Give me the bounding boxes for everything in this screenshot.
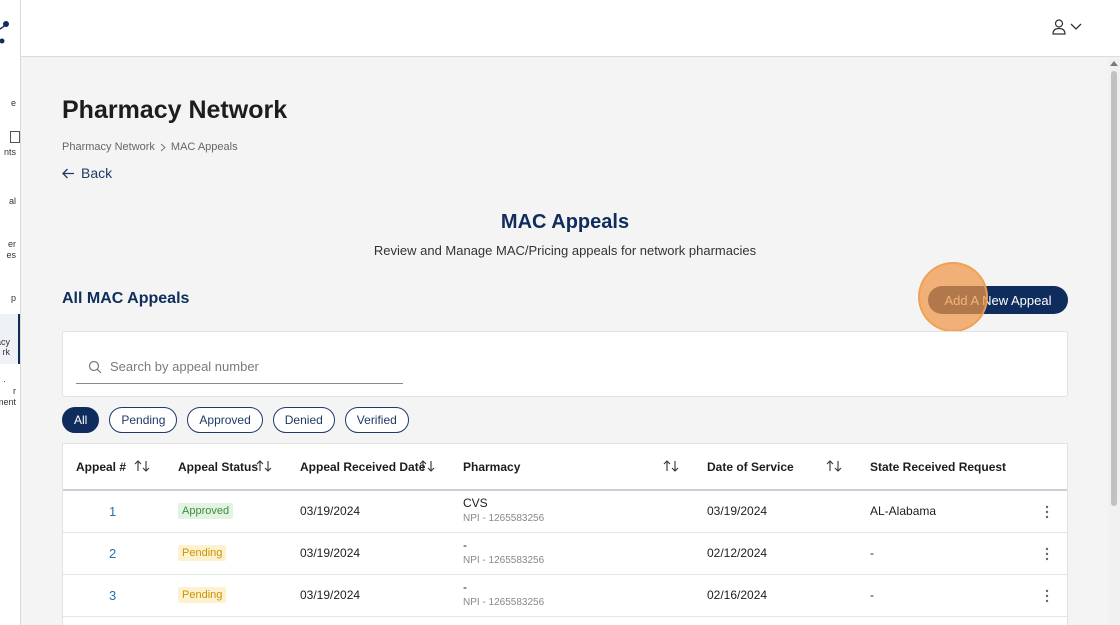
date-of-service: 02/12/2024 (707, 546, 768, 560)
state-received: AL-Alabama (870, 504, 937, 518)
chevron-down-icon (1070, 23, 1082, 30)
appeal-number-link[interactable]: 2 (109, 546, 116, 561)
sidebar-item-7c: ment (0, 397, 16, 407)
column-date-of-service: Date of Service (707, 459, 794, 474)
user-icon (1052, 19, 1066, 35)
filter-all[interactable]: All (62, 407, 100, 433)
sort-icon[interactable] (663, 460, 679, 472)
pharmacy-npi: NPI - 1265583256 (463, 555, 545, 566)
pharmacy-name: - (463, 580, 467, 594)
sidebar-item-pharmacy-network[interactable]: acy rk (0, 314, 20, 364)
document-icon (10, 131, 20, 143)
date-of-service: 03/19/2024 (707, 504, 768, 518)
more-options-icon[interactable] (1041, 587, 1053, 605)
filter-pending[interactable]: Pending (109, 407, 178, 433)
sidebar-item-7b: r (13, 386, 16, 396)
pharmacy-name: - (463, 538, 467, 552)
sidebar-item-7[interactable]: · (3, 376, 6, 386)
back-label: Back (81, 165, 113, 181)
appeals-table: Appeal # Appeal Status Appeal Received D… (62, 443, 1068, 625)
table-row[interactable]: 3 Pending 03/19/2024 - NPI - 1265583256 … (63, 575, 1067, 617)
sidebar-item-2[interactable]: nts (4, 147, 16, 157)
chevron-right-icon (160, 143, 166, 151)
search-input[interactable] (110, 359, 390, 374)
status-badge: Pending (178, 545, 227, 561)
logo-icon (0, 21, 9, 44)
column-state-received: State Received Request (870, 459, 1007, 474)
filter-denied[interactable]: Denied (272, 407, 335, 433)
state-received: - (870, 546, 874, 560)
add-new-appeal-button[interactable]: Add A New Appeal (928, 286, 1068, 314)
section-heading: MAC Appeals (500, 211, 630, 233)
search-field[interactable] (76, 350, 403, 384)
sort-icon[interactable] (826, 460, 842, 472)
sidebar-item-4[interactable]: er (8, 239, 16, 249)
sort-icon[interactable] (134, 460, 150, 472)
appeal-number-link[interactable]: 3 (109, 588, 116, 603)
received-date: 03/19/2024 (300, 546, 361, 560)
page-scrollbar[interactable] (1108, 57, 1120, 625)
table-row[interactable]: 2 Pending 03/19/2024 - NPI - 1265583256 … (63, 533, 1067, 575)
more-options-icon[interactable] (1041, 545, 1053, 563)
section-description: Review and Manage MAC/Pricing appeals fo… (373, 243, 757, 258)
pharmacy-name: CVS (463, 496, 488, 510)
appeal-number-link[interactable]: 1 (109, 504, 116, 519)
status-badge: Pending (178, 587, 227, 603)
table-row[interactable]: 1 Approved 03/19/2024 CVS NPI - 12655832… (63, 491, 1067, 533)
pharmacy-npi: NPI - 1265583256 (463, 513, 545, 524)
back-link[interactable]: Back (62, 165, 112, 181)
column-appeal-number: Appeal # (76, 459, 127, 474)
sort-icon[interactable] (419, 460, 435, 472)
more-options-icon[interactable] (1041, 503, 1053, 521)
scroll-up-arrow-icon[interactable] (1110, 61, 1118, 66)
top-bar (21, 0, 1120, 57)
page-title: Pharmacy Network (62, 96, 288, 124)
status-badge: Approved (178, 503, 234, 519)
column-received-date: Appeal Received Date (300, 459, 426, 474)
arrow-left-icon (62, 168, 74, 178)
column-appeal-status: Appeal Status (178, 459, 259, 474)
filter-verified[interactable]: Verified (344, 407, 409, 433)
breadcrumb-mac-appeals: MAC Appeals (170, 141, 238, 153)
sidebar-item-5[interactable]: p (11, 293, 16, 303)
search-card (62, 331, 1068, 397)
filter-approved[interactable]: Approved (187, 407, 263, 433)
user-menu[interactable] (1052, 19, 1082, 35)
status-filters: All Pending Approved Denied Verified (62, 407, 409, 433)
received-date: 03/19/2024 (300, 504, 361, 518)
sidebar-item-3[interactable]: al (9, 196, 16, 206)
breadcrumb: Pharmacy Network MAC Appeals (62, 141, 238, 153)
pharmacy-npi: NPI - 1265583256 (463, 597, 545, 608)
sidebar-item-1[interactable]: e (11, 98, 16, 108)
all-appeals-title: All MAC Appeals (62, 290, 190, 307)
received-date: 03/19/2024 (300, 588, 361, 602)
sort-icon[interactable] (256, 460, 272, 472)
column-pharmacy: Pharmacy (463, 459, 521, 474)
sidebar: e nts al er es p acy rk · r ment (0, 0, 21, 625)
date-of-service: 02/16/2024 (707, 588, 768, 602)
sidebar-item-4b: es (6, 250, 16, 260)
scroll-thumb[interactable] (1111, 71, 1117, 506)
search-icon (88, 360, 102, 373)
breadcrumb-pharmacy-network[interactable]: Pharmacy Network (62, 141, 155, 153)
state-received: - (870, 588, 874, 602)
